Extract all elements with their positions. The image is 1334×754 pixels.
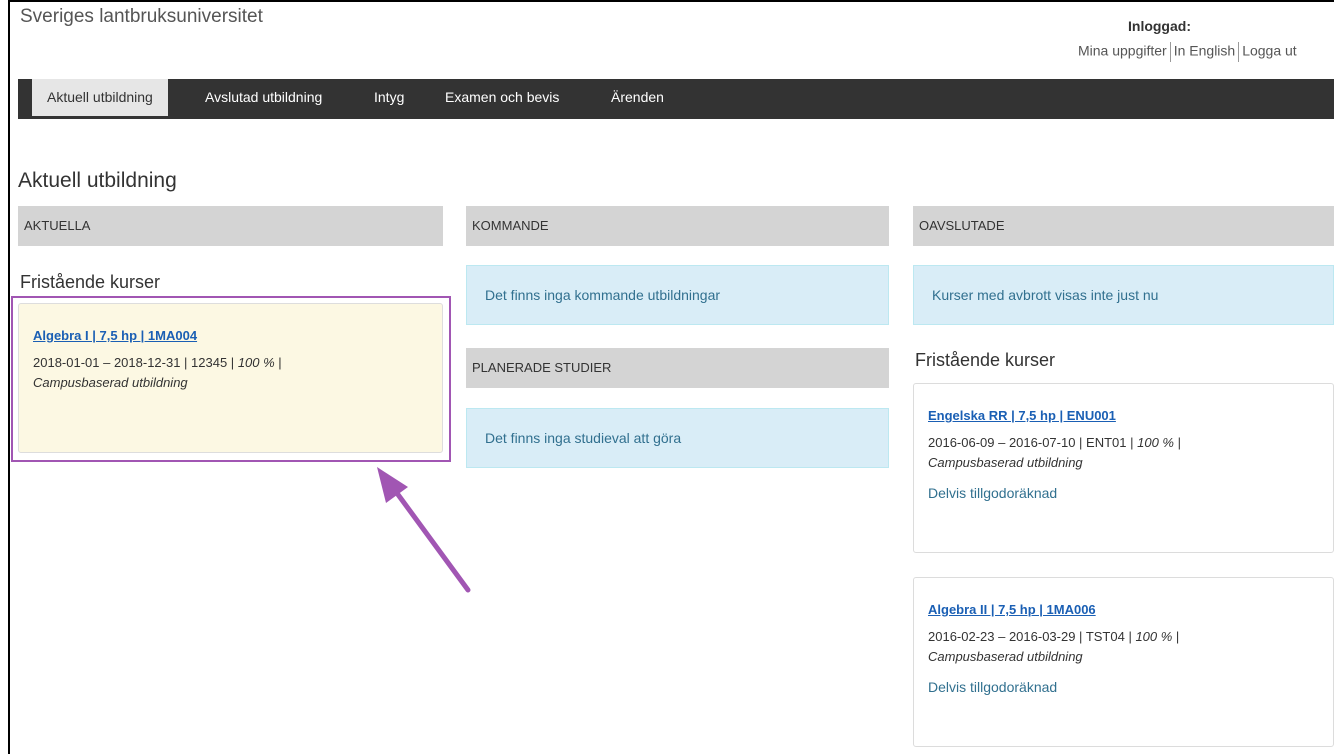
course-dates-code: 2016-02-23 – 2016-03-29 | TST04 | (928, 629, 1136, 644)
kommande-header: KOMMANDE (466, 206, 889, 246)
my-details-link[interactable]: Mina uppgifter (1078, 43, 1167, 59)
logout-link[interactable]: Logga ut (1242, 43, 1297, 59)
course-pace: 100 % (1137, 435, 1174, 450)
course-status: Delvis tillgodoräknad (928, 679, 1058, 695)
no-upcoming-info: Det finns inga kommande utbildningar (466, 265, 889, 325)
top-links: Mina uppgifter In English Logga ut (1078, 42, 1297, 62)
course-status: Delvis tillgodoräknad (928, 485, 1058, 501)
in-english-link[interactable]: In English (1174, 43, 1235, 59)
interrupted-courses-text: Kurser med avbrott visas inte just nu (932, 287, 1159, 303)
aktuella-section-title: Fristående kurser (20, 272, 161, 292)
link-separator (1169, 42, 1171, 62)
course-meta: 2016-02-23 – 2016-03-29 | TST04 | 100 % … (928, 629, 1180, 664)
course-title-link[interactable]: Algebra II | 7,5 hp | 1MA006 (928, 602, 1319, 617)
window-frame-left (8, 0, 10, 754)
tab-aktuell-utbildning[interactable]: Aktuell utbildning (32, 79, 168, 116)
oavslutade-header: OAVSLUTADE (913, 206, 1334, 246)
course-pace: 100 % (1135, 629, 1173, 644)
course-title-link[interactable]: Engelska RR | 7,5 hp | ENU001 (928, 408, 1319, 423)
page-title: Aktuell utbildning (18, 169, 177, 192)
navbar-underline (18, 116, 1334, 119)
login-label: Inloggad: (1128, 18, 1191, 34)
main-navbar: Aktuell utbildning Avslutad utbildning I… (18, 79, 1334, 116)
course-card: Algebra II | 7,5 hp | 1MA006 2016-02-23 … (913, 577, 1334, 747)
course-card: Engelska RR | 7,5 hp | ENU001 2016-06-09… (913, 383, 1334, 553)
no-study-choices-info: Det finns inga studieval att göra (466, 408, 889, 468)
no-upcoming-text: Det finns inga kommande utbildningar (485, 287, 721, 303)
tab-examen-och-bevis[interactable]: Examen och bevis (445, 79, 559, 116)
course-form: Campusbaserad utbildning (928, 455, 1083, 470)
course-form: Campusbaserad utbildning (928, 649, 1083, 664)
planerade-studier-header: PLANERADE STUDIER (466, 348, 889, 388)
course-meta: 2016-06-09 – 2016-07-10 | ENT01 | 100 % … (928, 435, 1181, 470)
interrupted-courses-info: Kurser med avbrott visas inte just nu (913, 265, 1334, 325)
annotation-highlight-box (11, 296, 451, 462)
link-separator (1238, 42, 1240, 62)
tab-avslutad-utbildning[interactable]: Avslutad utbildning (205, 79, 322, 116)
tab-arenden[interactable]: Ärenden (611, 79, 664, 116)
no-study-choices-text: Det finns inga studieval att göra (485, 430, 682, 446)
oavslutade-section-title: Fristående kurser (915, 350, 1056, 370)
tab-intyg[interactable]: Intyg (374, 79, 404, 116)
course-dates-code: 2016-06-09 – 2016-07-10 | ENT01 | (928, 435, 1138, 450)
window-frame-top (8, 0, 1334, 2)
aktuella-header: AKTUELLA (18, 206, 443, 246)
site-name: Sveriges lantbruksuniversitet (20, 6, 263, 27)
